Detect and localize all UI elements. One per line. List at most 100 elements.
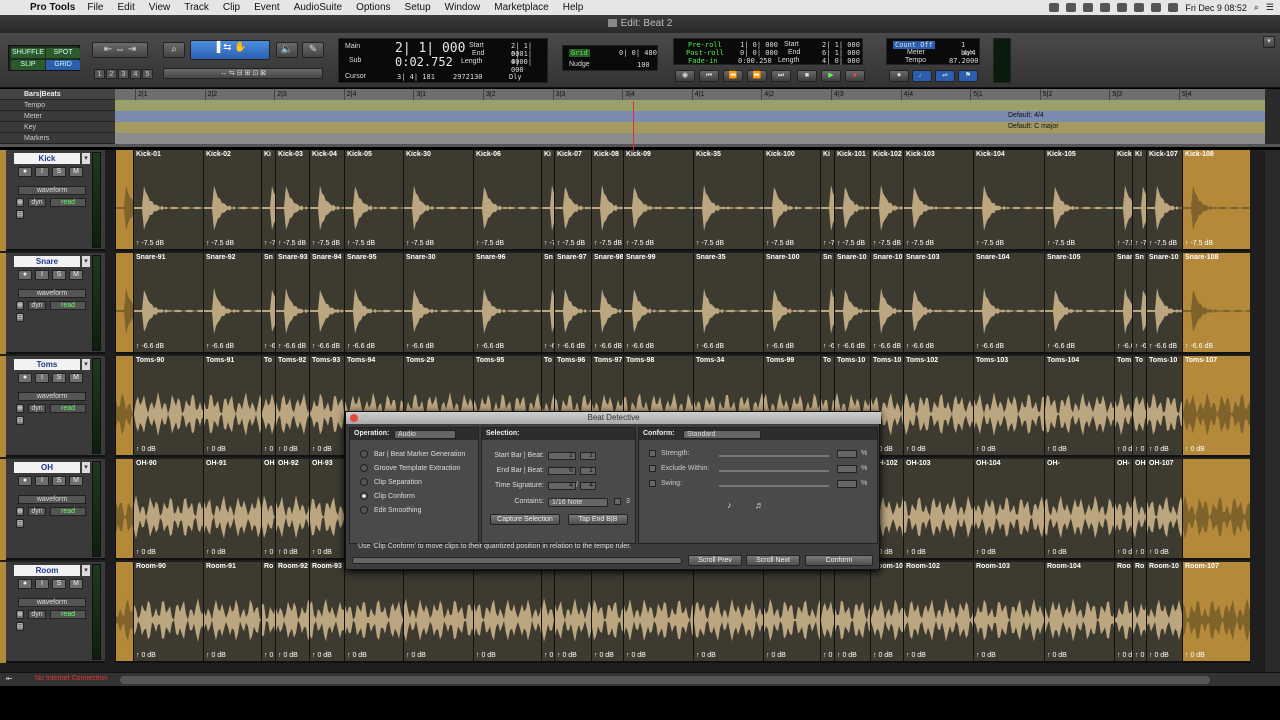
audio-clip[interactable]: Sn ↑ -6.6 dB: [1132, 253, 1146, 352]
operation-dropdown[interactable]: Audio: [394, 430, 456, 439]
audio-clip[interactable]: Room-10↑ 0 dB: [870, 562, 903, 661]
audio-clip[interactable]: OH-90 ↑ 0 dB: [133, 459, 203, 558]
clip-gain[interactable]: ↑ 0 dB: [136, 652, 156, 659]
close-icon[interactable]: [350, 414, 358, 422]
audio-clip[interactable]: Snare-98 ↑ -6.6 dB: [591, 253, 623, 352]
grid-label[interactable]: Grid: [569, 49, 590, 57]
tempo-label[interactable]: Tempo: [905, 57, 926, 64]
expand-icon[interactable]: ⇤: [6, 674, 13, 683]
clip-gain[interactable]: ↑ -7.5 dB: [873, 240, 901, 247]
track-menu-icon[interactable]: ▾: [82, 153, 90, 164]
audio-clip[interactable]: Room-99↑ 0 dB: [763, 562, 820, 661]
audio-clip[interactable]: Room-103 ↑ 0 dB: [973, 562, 1044, 661]
dynamics-button[interactable]: dyn: [28, 198, 46, 207]
audio-clip[interactable]: [115, 150, 133, 249]
audio-clip[interactable]: Room-107 ↑ 0 dB: [1182, 562, 1250, 661]
audio-clip[interactable]: Room-93 ↑ 0 dB: [309, 562, 344, 661]
clip-gain[interactable]: ↑ 0 dB: [264, 652, 275, 659]
audio-clip[interactable]: Room-96↑ 0 dB: [554, 562, 591, 661]
audio-clip[interactable]: Snare-99 ↑ -6.6 dB: [623, 253, 693, 352]
audio-clip[interactable]: Snare-103 ↑ -6.6 dB: [903, 253, 973, 352]
clip-gain[interactable]: ↑ -7.5 dB: [766, 240, 794, 247]
start-beat-field[interactable]: 1: [580, 452, 596, 460]
menu-options[interactable]: Options: [356, 2, 390, 13]
record-enable-icon[interactable]: ●: [18, 579, 32, 589]
audio-clip[interactable]: Sn ↑ -6.6 dB: [820, 253, 834, 352]
audio-clip[interactable]: Kick-102 ↑ -7.5 dB: [870, 150, 903, 249]
clip-gain[interactable]: ↑ -6.6 dB: [406, 343, 434, 350]
clip-gain[interactable]: ↑ 0 dB: [696, 652, 716, 659]
clip-gain[interactable]: ↑ -6.6 dB: [823, 343, 834, 350]
clip-gain[interactable]: ↑ 0 dB: [264, 446, 275, 453]
audio-clip[interactable]: Room-95↑ 0 dB: [473, 562, 541, 661]
audio-clip[interactable]: Toms-90 ↑ 0 dB: [133, 356, 203, 455]
meter-default-marker[interactable]: Default: 4/4: [1008, 112, 1044, 119]
audio-clip[interactable]: Room-91 ↑ 0 dB: [203, 562, 261, 661]
menu-app[interactable]: Pro Tools: [30, 2, 75, 13]
audio-clip[interactable]: Kick-30 ↑ -7.5 dB: [403, 150, 473, 249]
automation-mode[interactable]: read: [50, 507, 86, 516]
audio-clip[interactable]: Kick-08 ↑ -7.5 dB: [591, 150, 623, 249]
audio-clip[interactable]: OH-104 ↑ 0 dB: [973, 459, 1044, 558]
status-icon[interactable]: [1117, 3, 1128, 12]
clip-gain[interactable]: ↑ 0 dB: [406, 652, 426, 659]
clip-gain[interactable]: ↑ -7.5 dB: [626, 240, 654, 247]
ruler-label-markers[interactable]: Markers: [0, 133, 115, 144]
status-icon[interactable]: [1083, 3, 1094, 12]
end-beat-field[interactable]: 1: [580, 467, 596, 475]
clip-gain[interactable]: ↑ -7.5 dB: [1135, 240, 1146, 247]
audio-clip[interactable]: Snare-108 ↑ -6.6 dB: [1182, 253, 1250, 352]
clip-gain[interactable]: ↑ -7.5 dB: [823, 240, 834, 247]
audio-clip[interactable]: Ki ↑ -7.5 dB: [820, 150, 834, 249]
time-signature-denominator[interactable]: 4: [580, 482, 596, 490]
track-header-toms[interactable]: Toms ▾ ● I S M waveform ⊕ dyn read ⊟: [0, 356, 105, 457]
scroll-next-button[interactable]: Scroll Next: [746, 555, 800, 566]
transport-length-value[interactable]: 4| 0| 000: [822, 57, 860, 65]
clip-gain[interactable]: ↑ -6.6 dB: [136, 343, 164, 350]
audio-clip[interactable]: Kick-101 ↑ -7.5 dB: [834, 150, 870, 249]
audio-clip[interactable]: Toms-91 ↑ 0 dB: [203, 356, 261, 455]
audio-clip[interactable]: OH- ↑ 0 dB: [1044, 459, 1114, 558]
track-menu-icon[interactable]: ▾: [82, 359, 90, 370]
audio-clip[interactable]: [115, 459, 133, 558]
audio-clip[interactable]: OH-93 ↑ 0 dB: [309, 459, 344, 558]
menu-file[interactable]: File: [87, 2, 103, 13]
menu-marketplace[interactable]: Marketplace: [494, 2, 548, 13]
track-lane-icon[interactable]: ⊟: [16, 622, 24, 631]
audio-clip[interactable]: Kick-03 ↑ -7.5 dB: [275, 150, 309, 249]
slip-button[interactable]: SLIP: [11, 60, 45, 70]
audio-clip[interactable]: [115, 562, 133, 661]
return-to-zero-button[interactable]: ⏮: [699, 70, 719, 82]
mute-button[interactable]: M: [69, 579, 83, 589]
mute-button[interactable]: M: [69, 373, 83, 383]
sub-counter-value[interactable]: 0:02.752: [395, 55, 453, 69]
dynamics-button[interactable]: dyn: [28, 610, 46, 619]
audio-clip[interactable]: OH-92 ↑ 0 dB: [275, 459, 309, 558]
checkbox-icon[interactable]: [649, 465, 656, 472]
audio-clip[interactable]: Ro ↑ 0 dB: [261, 562, 275, 661]
audio-clip[interactable]: Room-102 ↑ 0 dB: [903, 562, 973, 661]
radio-icon[interactable]: [360, 464, 368, 472]
audio-clip[interactable]: Kick-07 ↑ -7.5 dB: [554, 150, 591, 249]
audio-clip[interactable]: Kick-108 ↑ -7.5 dB: [1182, 150, 1250, 249]
menu-track[interactable]: Track: [184, 2, 209, 13]
audio-clip[interactable]: Kick-103 ↑ -7.5 dB: [903, 150, 973, 249]
clip-gain[interactable]: ↑ 0 dB: [1149, 652, 1169, 659]
audio-clip[interactable]: Kick-105 ↑ -7.5 dB: [1044, 150, 1114, 249]
bars-beats-ruler[interactable]: 2|1 2|2 2|3 2|4 3|1 3|2 3|3 3|4 4|1 4|2 4|3 4|4 5|1 5…: [115, 89, 1265, 100]
clip-gain[interactable]: ↑ 0 dB: [823, 652, 834, 659]
clip-gain[interactable]: ↑ -7.5 dB: [312, 240, 340, 247]
eighth-note-icon[interactable]: ♪: [727, 500, 732, 510]
track-view-selector[interactable]: waveform: [18, 495, 86, 504]
record-enable-icon[interactable]: ●: [18, 167, 32, 177]
wifi-icon[interactable]: [1134, 3, 1145, 12]
option-edit-smoothing[interactable]: Edit Smoothing: [360, 506, 421, 514]
clip-gain[interactable]: ↑ -6.6 dB: [1117, 343, 1132, 350]
smart-tool-icon[interactable]: ▐ ⇆ ✋: [190, 40, 270, 60]
status-icon[interactable]: [1049, 3, 1060, 12]
clip-gain[interactable]: ↑ -7.5 dB: [206, 240, 234, 247]
clip-gain[interactable]: ↑ 0 dB: [1185, 446, 1205, 453]
clip-gain[interactable]: ↑ -7.5 dB: [976, 240, 1004, 247]
clip-gain[interactable]: ↑ 0 dB: [1117, 549, 1132, 556]
dynamics-button[interactable]: dyn: [28, 404, 46, 413]
